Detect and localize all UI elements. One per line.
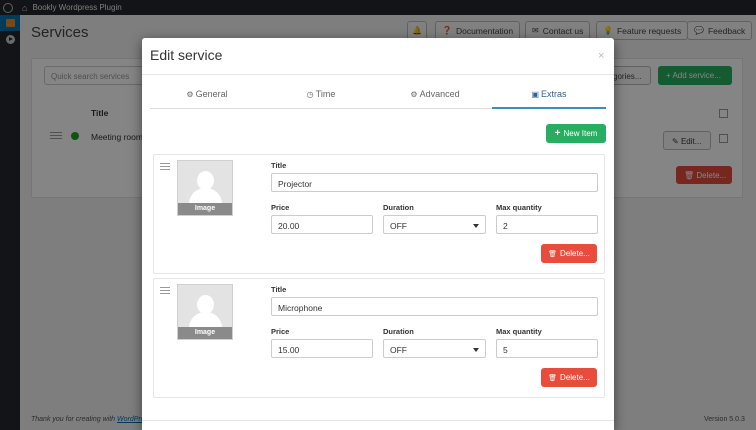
modal-title: Edit service: [150, 47, 223, 63]
title-label: Title: [271, 285, 287, 294]
close-icon[interactable]: ×: [598, 50, 604, 62]
tab-advanced[interactable]: ⚙ Advanced: [378, 84, 492, 108]
drag-handle-icon[interactable]: [160, 163, 170, 172]
delete-extra-button[interactable]: 🗑 Delete...: [541, 368, 597, 387]
extra-title-input[interactable]: Microphone: [271, 297, 598, 316]
duration-label: Duration: [383, 327, 414, 336]
caret-down-icon: [473, 348, 479, 352]
image-label: Image: [178, 203, 232, 215]
new-item-button[interactable]: + New Item: [546, 124, 606, 143]
plus-icon: +: [554, 128, 561, 139]
extra-duration-select[interactable]: OFF: [383, 215, 486, 234]
extra-max-quantity-input[interactable]: 5: [496, 339, 598, 358]
gears-icon: ⚙: [410, 90, 418, 99]
extra-item: Image Title Microphone Price 15.00 Durat…: [153, 278, 605, 398]
modal-footer-divider: [142, 420, 614, 421]
caret-down-icon: [473, 224, 479, 228]
clock-icon: ◷: [306, 90, 314, 99]
gear-icon: ⚙: [186, 90, 194, 99]
briefcase-icon: ▣: [531, 90, 540, 99]
extra-image-placeholder[interactable]: Image: [177, 284, 233, 340]
service-tabs: ⚙ General ◷ Time ⚙ Advanced ▣ Extras: [150, 84, 606, 109]
modal-header-divider: [142, 74, 614, 75]
edit-service-modal: Edit service × ⚙ General ◷ Time ⚙ Advanced …: [142, 38, 614, 430]
trash-icon: 🗑: [548, 374, 558, 382]
extra-price-input[interactable]: 15.00: [271, 339, 373, 358]
extra-price-input[interactable]: 20.00: [271, 215, 373, 234]
max-quantity-label: Max quantity: [496, 203, 542, 212]
price-label: Price: [271, 327, 290, 336]
extra-item: Image Title Projector Price 20.00 Durati…: [153, 154, 605, 274]
tab-extras[interactable]: ▣ Extras: [492, 84, 606, 109]
extra-duration-select[interactable]: OFF: [383, 339, 486, 358]
image-label: Image: [178, 327, 232, 339]
extra-image-placeholder[interactable]: Image: [177, 160, 233, 216]
tab-general[interactable]: ⚙ General: [150, 84, 264, 108]
max-quantity-label: Max quantity: [496, 327, 542, 336]
title-label: Title: [271, 161, 287, 170]
extra-title-input[interactable]: Projector: [271, 173, 598, 192]
tab-time[interactable]: ◷ Time: [264, 84, 378, 108]
drag-handle-icon[interactable]: [160, 287, 170, 296]
price-label: Price: [271, 203, 290, 212]
extra-max-quantity-input[interactable]: 2: [496, 215, 598, 234]
duration-label: Duration: [383, 203, 414, 212]
trash-icon: 🗑: [548, 250, 558, 258]
delete-extra-button[interactable]: 🗑 Delete...: [541, 244, 597, 263]
